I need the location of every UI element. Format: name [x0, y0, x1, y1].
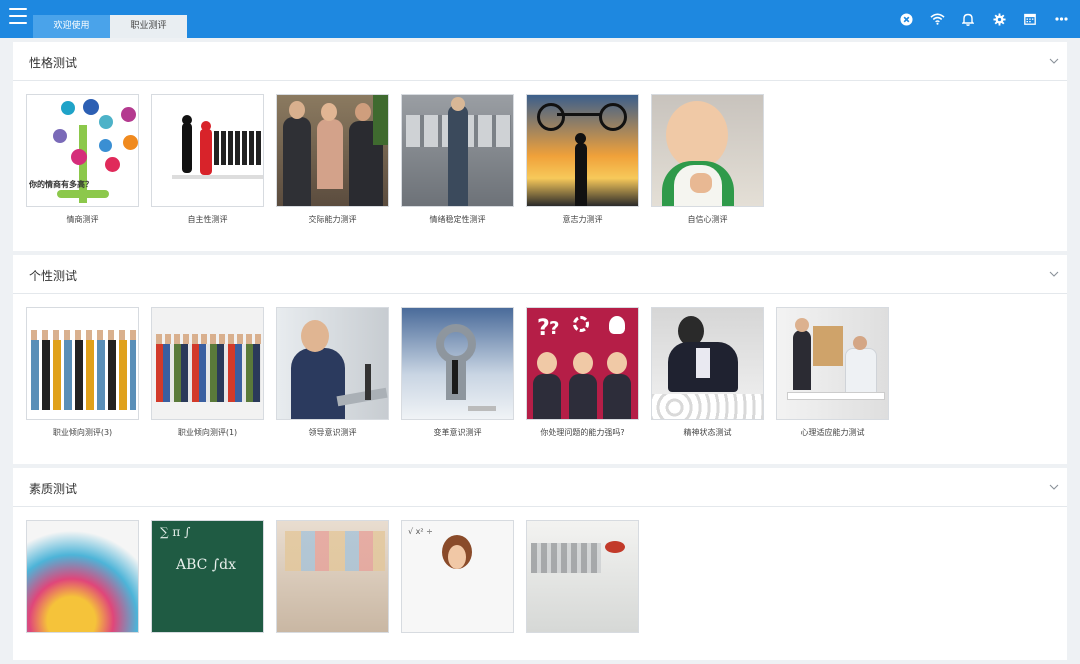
card-image — [26, 307, 139, 420]
test-card-autonomy[interactable]: 自主性测评 — [151, 94, 264, 251]
card-image — [401, 307, 514, 420]
card-image — [651, 94, 764, 207]
card-image: ? ? — [526, 307, 639, 420]
test-card-emotional-stability[interactable]: 情绪稳定性测评 — [401, 94, 514, 251]
top-bar: 欢迎使用 职业测评 — [0, 0, 1080, 38]
card-label: 你处理问题的能力强吗? — [540, 428, 625, 437]
tab-career-assessment[interactable]: 职业测评 — [110, 15, 187, 38]
card-grid: ∑ π ∫ ABC ∫dx √ x² ÷ — [13, 507, 1067, 660]
section-personality: 性格测试 你的情商有多高？ 情商测评 自主性测评 交际能力测评 情绪稳定性测评 … — [13, 42, 1067, 251]
card-image-caption: 你的情商有多高？ — [29, 180, 93, 189]
section-title: 个性测试 — [29, 269, 78, 283]
test-card-willpower[interactable]: 意志力测评 — [526, 94, 639, 251]
section-header[interactable]: 素质测试 — [13, 468, 1067, 507]
test-card-confidence[interactable]: 自信心测评 — [651, 94, 764, 251]
top-icon-group — [884, 10, 1070, 28]
test-card-career-1[interactable]: 职业倾向测评(1) — [151, 307, 264, 464]
card-image — [276, 307, 389, 420]
card-image — [276, 520, 389, 633]
test-card-change[interactable]: 变革意识测评 — [401, 307, 514, 464]
card-label: 变革意识测评 — [433, 428, 482, 437]
tab-bar: 欢迎使用 职业测评 — [33, 15, 187, 38]
section-title: 素质测试 — [29, 482, 78, 496]
card-image: ∑ π ∫ ABC ∫dx — [151, 520, 264, 633]
card-image — [651, 307, 764, 420]
test-card[interactable] — [526, 520, 639, 640]
tab-welcome[interactable]: 欢迎使用 — [33, 15, 110, 38]
calendar-icon[interactable] — [1021, 10, 1039, 28]
card-label: 自主性测评 — [187, 215, 228, 224]
test-card-mental-state[interactable]: 精神状态测试 — [651, 307, 764, 464]
card-image: 你的情商有多高？ — [26, 94, 139, 207]
card-label: 交际能力测评 — [308, 215, 357, 224]
section-header[interactable]: 个性测试 — [13, 255, 1067, 294]
test-card[interactable] — [276, 520, 389, 640]
card-label: 情商测评 — [66, 215, 99, 224]
main-content: 性格测试 你的情商有多高？ 情商测评 自主性测评 交际能力测评 情绪稳定性测评 … — [13, 42, 1067, 664]
card-image — [276, 94, 389, 207]
card-image — [776, 307, 889, 420]
card-label: 职业倾向测评(3) — [52, 428, 113, 437]
chevron-down-icon[interactable] — [1049, 482, 1059, 492]
wifi-icon[interactable] — [928, 10, 946, 28]
section-individuality: 个性测试 职业倾向测评(3) 职业倾向测评(1) 领导意识测评 变革意识测评 ?… — [13, 255, 1067, 464]
card-label: 职业倾向测评(1) — [177, 428, 238, 437]
test-card-eq[interactable]: 你的情商有多高？ 情商测评 — [26, 94, 139, 251]
card-image: √ x² ÷ — [401, 520, 514, 633]
test-card-adaptability[interactable]: 心理适应能力测试 — [776, 307, 889, 464]
chevron-down-icon[interactable] — [1049, 269, 1059, 279]
card-label: 领导意识测评 — [308, 428, 357, 437]
card-image — [526, 94, 639, 207]
card-image — [151, 94, 264, 207]
more-icon[interactable] — [1052, 10, 1070, 28]
section-competence: 素质测试 ∑ π ∫ ABC ∫dx √ x² ÷ — [13, 468, 1067, 660]
test-card-leadership[interactable]: 领导意识测评 — [276, 307, 389, 464]
card-label: 心理适应能力测试 — [800, 428, 865, 437]
test-card[interactable]: ∑ π ∫ ABC ∫dx — [151, 520, 264, 640]
card-label: 意志力测评 — [562, 215, 603, 224]
card-image — [526, 520, 639, 633]
chevron-down-icon[interactable] — [1049, 56, 1059, 66]
close-circle-icon[interactable] — [897, 10, 915, 28]
card-label: 自信心测评 — [687, 215, 728, 224]
menu-icon[interactable] — [9, 8, 27, 24]
card-image — [26, 520, 139, 633]
test-card-career-3[interactable]: 职业倾向测评(3) — [26, 307, 139, 464]
test-card[interactable]: √ x² ÷ — [401, 520, 514, 640]
card-label: 情绪稳定性测评 — [429, 215, 486, 224]
section-header[interactable]: 性格测试 — [13, 42, 1067, 81]
section-title: 性格测试 — [29, 56, 78, 70]
card-grid: 职业倾向测评(3) 职业倾向测评(1) 领导意识测评 变革意识测评 ? ? 你处… — [13, 294, 1067, 464]
card-image — [401, 94, 514, 207]
test-card-problem-solving[interactable]: ? ? 你处理问题的能力强吗? — [526, 307, 639, 464]
test-card[interactable] — [26, 520, 139, 640]
card-image — [151, 307, 264, 420]
test-card-social[interactable]: 交际能力测评 — [276, 94, 389, 251]
gear-icon[interactable] — [990, 10, 1008, 28]
card-grid: 你的情商有多高？ 情商测评 自主性测评 交际能力测评 情绪稳定性测评 意志力测评… — [13, 81, 1067, 251]
card-label: 精神状态测试 — [683, 428, 732, 437]
bell-icon[interactable] — [959, 10, 977, 28]
